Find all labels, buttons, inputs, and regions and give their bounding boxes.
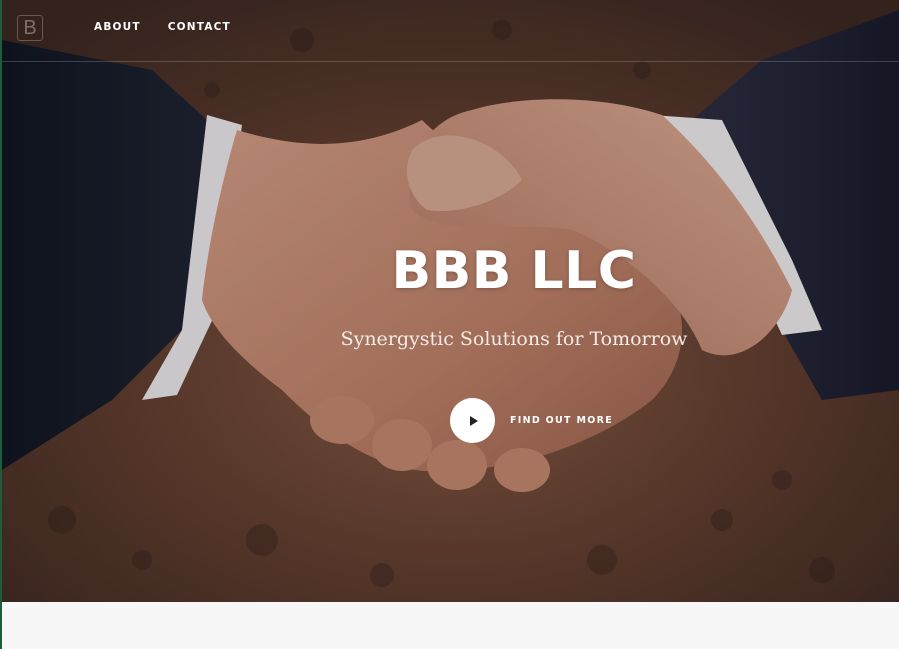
window-edge bbox=[0, 0, 2, 649]
cta-circle[interactable] bbox=[450, 398, 495, 443]
top-navbar: B ABOUT CONTACT bbox=[2, 0, 899, 62]
find-out-more-button[interactable]: FIND OUT MORE bbox=[450, 398, 613, 443]
hero-section: B ABOUT CONTACT BBB LLC Synergystic Solu… bbox=[2, 0, 899, 602]
below-hero-section bbox=[2, 602, 899, 649]
cta-label[interactable]: FIND OUT MORE bbox=[510, 415, 613, 426]
hero-content: BBB LLC Synergystic Solutions for Tomorr… bbox=[2, 0, 899, 602]
nav-link-about[interactable]: ABOUT bbox=[94, 20, 141, 34]
nav-link-contact[interactable]: CONTACT bbox=[168, 20, 231, 34]
play-icon bbox=[469, 415, 478, 426]
hero-subtitle: Synergystic Solutions for Tomorrow bbox=[340, 328, 688, 350]
nav-links: ABOUT CONTACT bbox=[94, 20, 258, 34]
page: B ABOUT CONTACT BBB LLC Synergystic Solu… bbox=[0, 0, 899, 649]
hero-title: BBB LLC bbox=[391, 241, 637, 301]
brand-logo[interactable]: B bbox=[17, 15, 43, 41]
